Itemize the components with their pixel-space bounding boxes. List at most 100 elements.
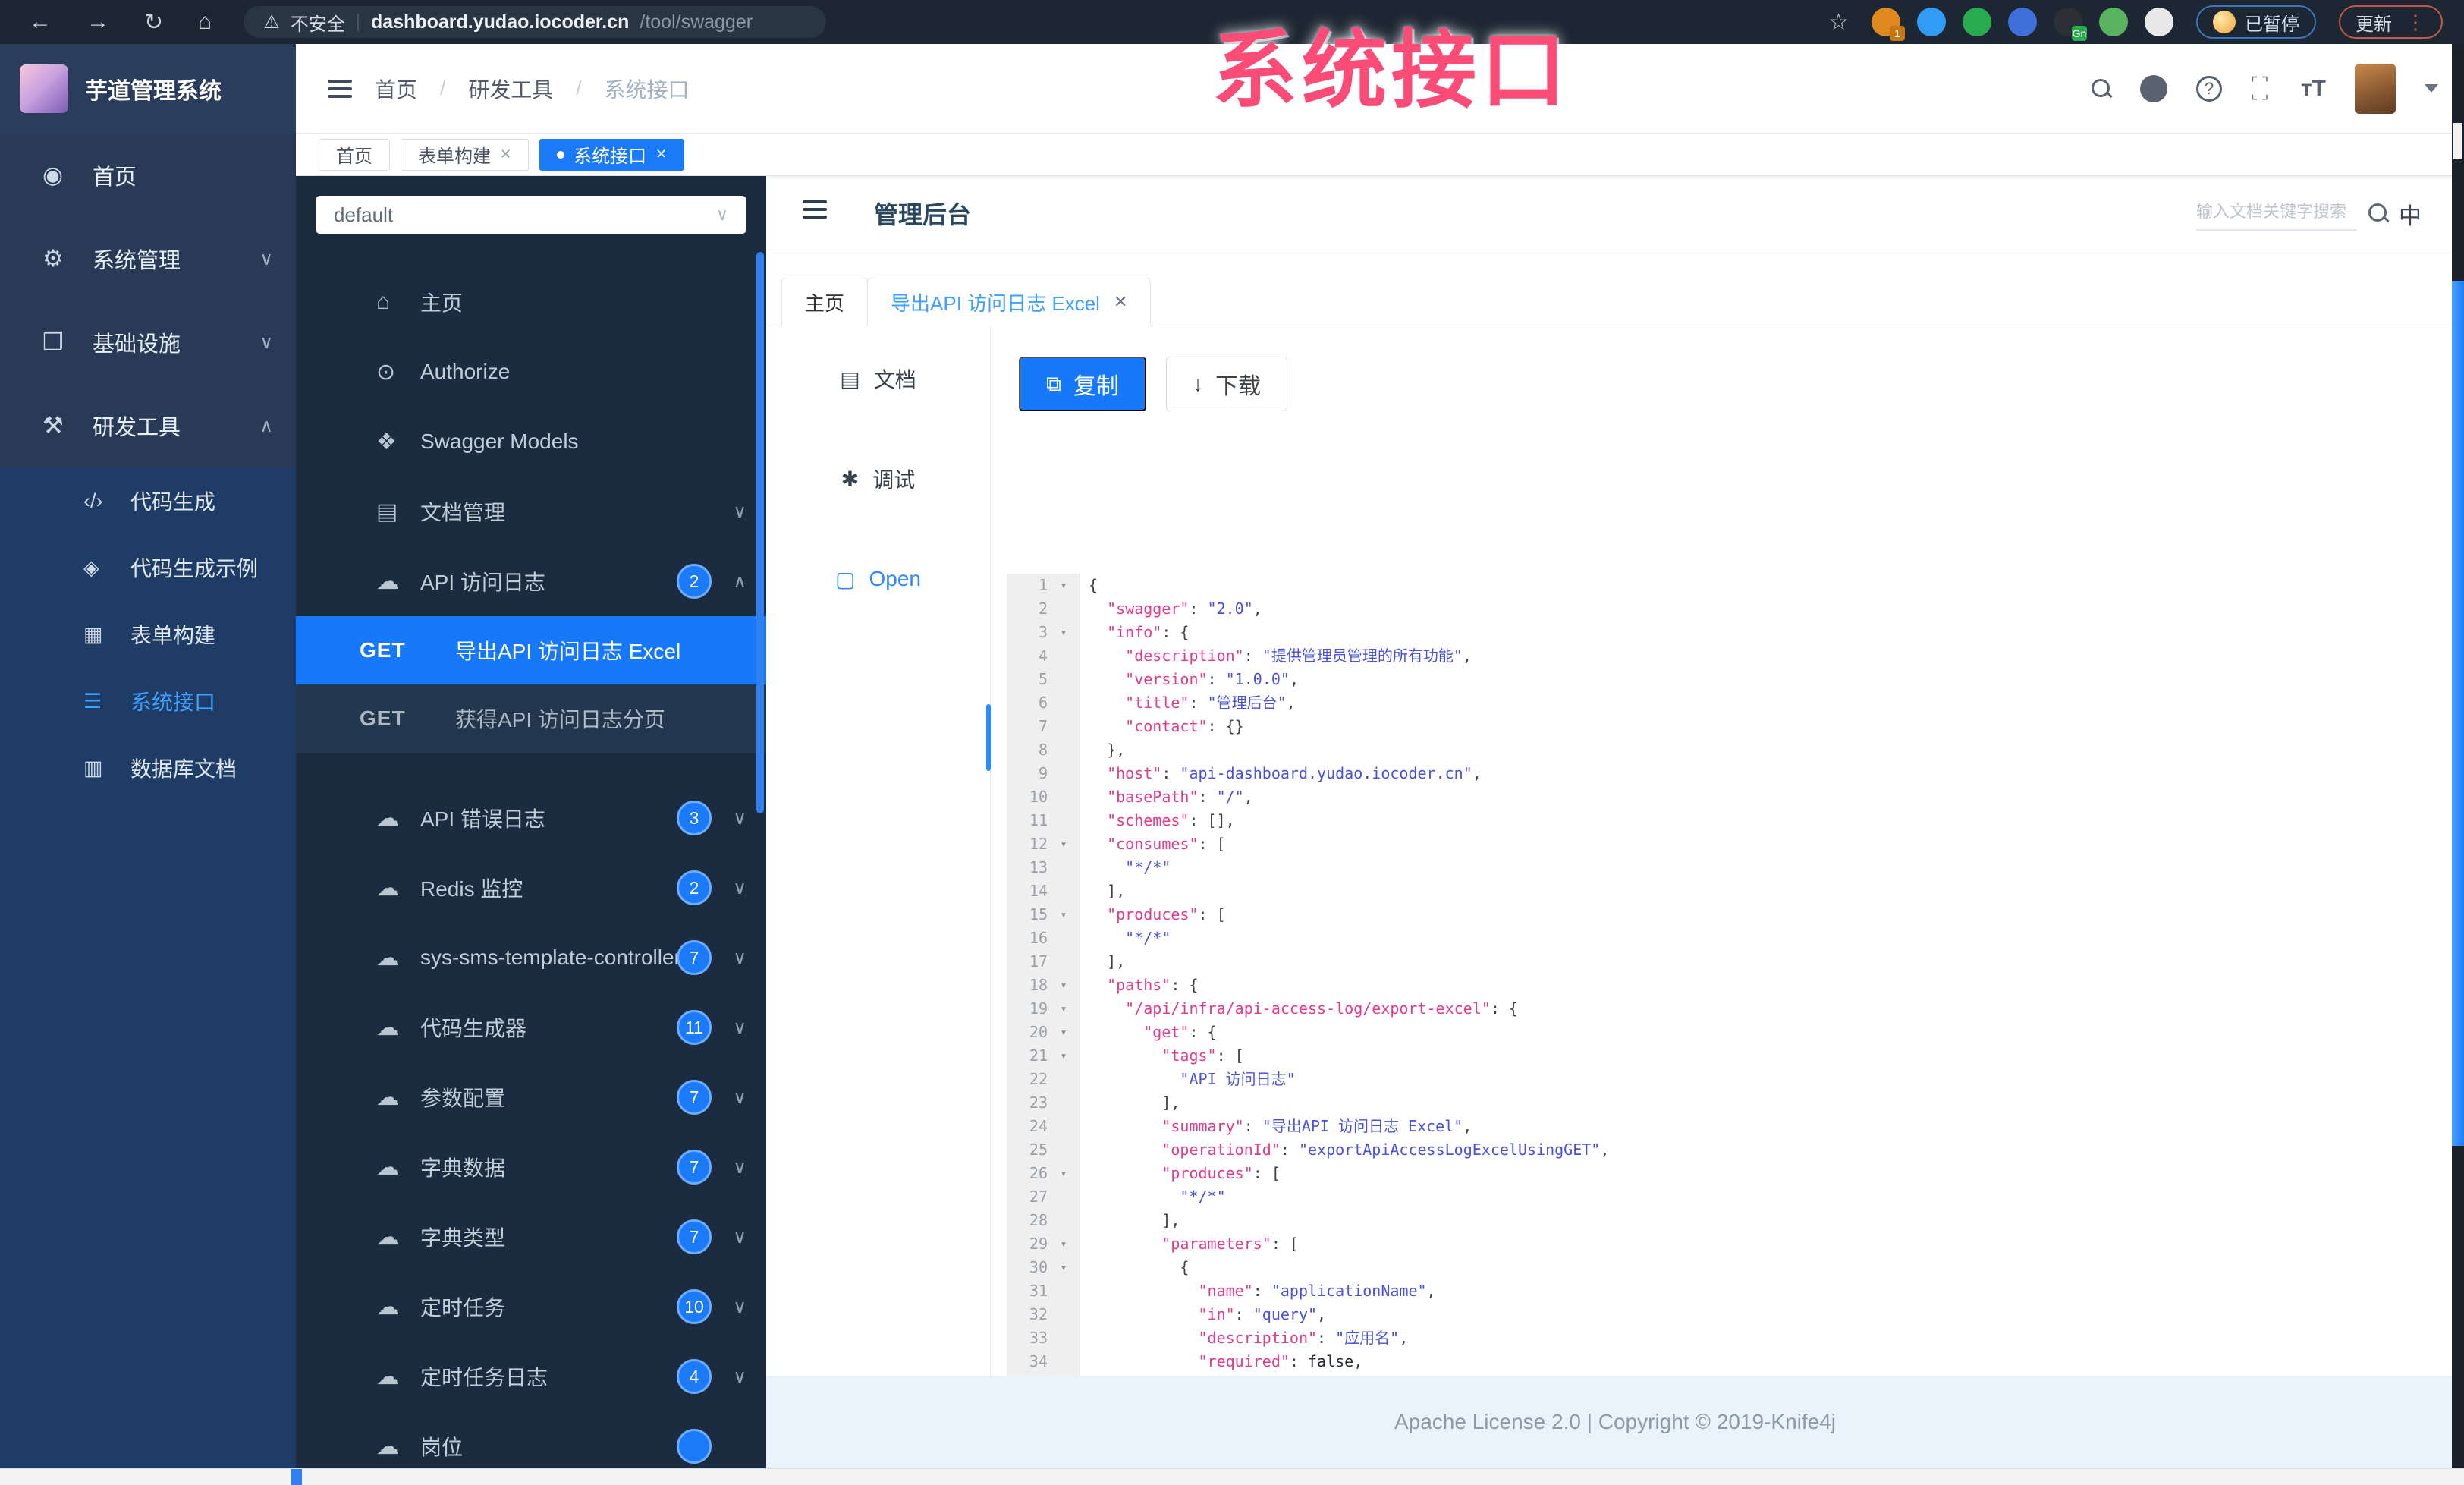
download-button[interactable]: ↓ 下载	[1166, 357, 1287, 411]
chevron-up-icon[interactable]: ∧	[733, 571, 746, 593]
chevron-down-icon[interactable]: ∨	[733, 947, 746, 969]
api-group[interactable]: ☁字典类型7∨	[296, 1202, 766, 1272]
api-group[interactable]: ☁字典数据7∨	[296, 1132, 766, 1202]
sidebar-subitem[interactable]: ▦表单构建	[0, 601, 296, 668]
doc-collapse-icon[interactable]	[803, 200, 827, 219]
api-group[interactable]: ☁Redis 监控2∨	[296, 853, 766, 923]
chevron-down-icon[interactable]: ∨	[733, 1156, 746, 1178]
github-icon[interactable]	[2140, 75, 2167, 102]
copy-button[interactable]: ⧉ 复制	[1019, 357, 1146, 411]
page-tab[interactable]: 系统接口✕	[539, 139, 684, 171]
api-group-select[interactable]: default ∨	[316, 196, 746, 234]
sidebar-item[interactable]: ◉首页	[0, 134, 296, 217]
bookmark-star-icon[interactable]: ☆	[1828, 9, 1849, 36]
chevron-down-icon[interactable]: ∨	[733, 1017, 746, 1039]
page-scrollbar-thumb[interactable]	[2452, 281, 2464, 1146]
close-icon[interactable]: ✕	[1114, 292, 1127, 312]
horizontal-scrollbar-thumb[interactable]	[291, 1469, 302, 1485]
extension-icon[interactable]	[1963, 8, 1991, 36]
api-group[interactable]: ☁API 访问日志2∧	[296, 546, 766, 616]
swagger-nav-label: Swagger Models	[420, 429, 579, 454]
doc-tab[interactable]: 主页	[781, 278, 868, 326]
fold-marker-icon[interactable]: ▾	[1051, 621, 1076, 644]
api-group[interactable]: ☁代码生成器11∨	[296, 993, 766, 1062]
api-operation[interactable]: GET导出API 访问日志 Excel	[296, 616, 766, 684]
api-group[interactable]: ☁参数配置7∨	[296, 1062, 766, 1132]
sidebar-subitem[interactable]: ◈代码生成示例	[0, 534, 296, 601]
swagger-nav-item[interactable]: ⊙Authorize	[296, 337, 766, 407]
chevron-down-icon[interactable]: ∨	[733, 1226, 746, 1248]
api-group[interactable]: ☁岗位	[296, 1411, 766, 1468]
swagger-sidebar-scrollbar[interactable]	[756, 252, 764, 813]
chevron-down-icon[interactable]: ∨	[733, 1296, 746, 1318]
api-group[interactable]: ☁定时任务日志4∨	[296, 1342, 766, 1411]
sidebar-item[interactable]: ⚙系统管理∨	[0, 217, 296, 300]
fullscreen-icon[interactable]: ⌜ ⌝ ⌞ ⌟	[2251, 78, 2272, 99]
browser-back-icon[interactable]: ←	[29, 9, 52, 35]
code-viewer[interactable]: 1▾{2 "swagger": "2.0",3▾ "info": {4 "des…	[1007, 574, 2447, 1376]
fold-marker-icon[interactable]: ▾	[1051, 974, 1076, 997]
extension-icon[interactable]	[2099, 8, 2128, 36]
api-group[interactable]: ☁sys-sms-template-controller7∨	[296, 923, 766, 993]
chevron-down-icon[interactable]: ∨	[733, 807, 746, 829]
sidebar-subitem[interactable]: ‹/›代码生成	[0, 467, 296, 534]
doc-side-tab-调试[interactable]: ✱调试	[766, 452, 990, 505]
doc-side-tab-文档[interactable]: ▤文档	[766, 352, 990, 405]
scrollbar-button[interactable]	[2453, 123, 2462, 159]
doc-tab[interactable]: 导出API 访问日志 Excel✕	[867, 278, 1151, 326]
fold-marker-icon[interactable]: ▾	[1051, 997, 1076, 1021]
extension-icon[interactable]	[2008, 8, 2037, 36]
swagger-nav-item[interactable]: ⌂主页	[296, 267, 766, 337]
fold-marker-icon[interactable]: ▾	[1051, 1162, 1076, 1185]
doc-search-icon[interactable]	[2368, 203, 2388, 223]
extension-icon[interactable]: 1	[1872, 8, 1900, 36]
page-tab[interactable]: 首页	[319, 139, 390, 171]
count-badge: 11	[677, 1010, 712, 1045]
help-icon[interactable]: ?	[2196, 76, 2222, 102]
chevron-down-icon[interactable]: ∨	[733, 501, 746, 523]
user-menu-caret-icon[interactable]	[2425, 84, 2438, 93]
chevron-down-icon[interactable]: ∨	[733, 1366, 746, 1388]
extension-icon[interactable]: Gn	[2054, 8, 2082, 36]
extension-icon[interactable]	[1917, 8, 1946, 36]
close-icon[interactable]: ✕	[500, 146, 511, 162]
swagger-nav-item[interactable]: ▤文档管理∨	[296, 477, 766, 546]
close-icon[interactable]: ✕	[655, 146, 667, 162]
extension-icon[interactable]	[2145, 8, 2173, 36]
doc-side-tab-Open[interactable]: ▢Open	[766, 552, 990, 606]
language-toggle[interactable]: 中	[2399, 197, 2422, 231]
update-button[interactable]: 更新 ⋮	[2339, 5, 2443, 39]
paused-extension-pill[interactable]: 已暂停	[2196, 5, 2316, 39]
fold-marker-icon[interactable]: ▾	[1051, 1256, 1076, 1279]
fold-marker-icon[interactable]: ▾	[1051, 1044, 1076, 1068]
api-group[interactable]: ☁API 错误日志3∨	[296, 783, 766, 853]
user-avatar[interactable]	[2355, 64, 2396, 114]
fold-marker-icon[interactable]: ▾	[1051, 1232, 1076, 1256]
sidebar-collapse-icon[interactable]	[328, 80, 352, 98]
fold-marker-icon[interactable]: ▾	[1051, 832, 1076, 856]
api-operation[interactable]: GET获得API 访问日志分页	[296, 684, 766, 753]
swagger-nav-item[interactable]: ❖Swagger Models	[296, 407, 766, 477]
browser-forward-icon[interactable]: →	[86, 9, 109, 35]
header-search-icon[interactable]	[2092, 79, 2111, 99]
browser-reload-icon[interactable]: ↻	[144, 9, 163, 36]
browser-home-icon[interactable]: ⌂	[198, 9, 212, 35]
chevron-down-icon[interactable]: ∨	[733, 877, 746, 899]
fold-marker-icon[interactable]: ▾	[1051, 574, 1076, 597]
api-group[interactable]: ☁定时任务10∨	[296, 1272, 766, 1342]
sidebar-item[interactable]: ⚒研发工具∧	[0, 384, 296, 467]
page-tab[interactable]: 表单构建✕	[401, 139, 529, 171]
page-scrollbar[interactable]	[2452, 44, 2464, 1485]
breadcrumb-item-tools[interactable]: 研发工具	[468, 74, 553, 104]
sidebar-subitem[interactable]: ▥数据库文档	[0, 735, 296, 801]
fold-marker-icon[interactable]: ▾	[1051, 903, 1076, 927]
chevron-down-icon[interactable]: ∨	[733, 1087, 746, 1109]
doc-search-input[interactable]	[2196, 199, 2357, 231]
sidebar-item[interactable]: ❒基础设施∨	[0, 300, 296, 384]
breadcrumb-item-home[interactable]: 首页	[375, 74, 417, 104]
browser-menu-icon[interactable]: ⋮	[2406, 11, 2426, 34]
font-size-icon[interactable]: ᴛT	[2301, 76, 2326, 102]
address-bar[interactable]: ⚠ 不安全 | dashboard.yudao.iocoder.cn /tool…	[244, 6, 826, 38]
fold-marker-icon[interactable]: ▾	[1051, 1021, 1076, 1044]
sidebar-subitem[interactable]: ☰系统接口	[0, 668, 296, 735]
